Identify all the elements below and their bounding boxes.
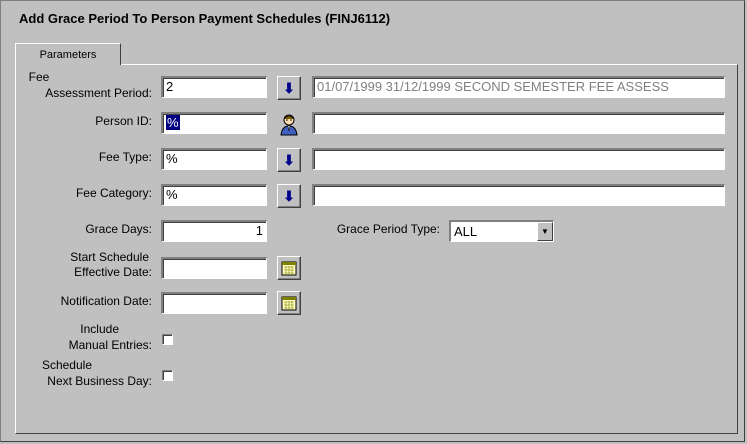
- fee-period-lookup-button[interactable]: ⬇: [277, 76, 301, 100]
- schedule-next-business-day-checkbox[interactable]: [162, 370, 173, 381]
- window-title: Add Grace Period To Person Payment Sched…: [19, 11, 391, 26]
- fee-type-input[interactable]: %: [161, 148, 267, 170]
- fee-type-description: [312, 148, 725, 170]
- dropdown-button[interactable]: ▼: [537, 222, 553, 241]
- fee-category-label: Fee Category:: [75, 186, 152, 200]
- fee-category-input[interactable]: %: [161, 184, 267, 206]
- calendar-icon: [281, 296, 297, 311]
- include-manual-label-line1: Include: [80, 322, 119, 336]
- include-manual-label-line2: Manual Entries:: [68, 338, 152, 352]
- fee-type-lookup-button[interactable]: ⬇: [277, 148, 301, 172]
- person-id-input[interactable]: %: [161, 112, 267, 134]
- person-lookup-button[interactable]: [277, 111, 301, 136]
- down-arrow-icon: ⬇: [283, 188, 295, 204]
- notification-date-label: Notification Date:: [60, 294, 152, 308]
- start-schedule-date-input[interactable]: [161, 257, 267, 279]
- person-id-label: Person ID:: [95, 114, 152, 128]
- fee-period-input[interactable]: 2: [161, 76, 267, 98]
- app-window: Add Grace Period To Person Payment Sched…: [0, 0, 745, 442]
- down-arrow-icon: ⬇: [283, 152, 295, 168]
- tab-parameters[interactable]: Parameters: [15, 43, 121, 65]
- grace-days-input[interactable]: 1: [161, 220, 267, 242]
- fee-period-description: 01/07/1999 31/12/1999 SECOND SEMESTER FE…: [312, 76, 725, 98]
- grace-period-type-value: ALL: [454, 224, 478, 239]
- fee-type-label: Fee Type:: [98, 150, 152, 164]
- fee-period-label-line1: Fee: [28, 70, 50, 84]
- notification-date-calendar-button[interactable]: [277, 291, 301, 315]
- start-schedule-calendar-button[interactable]: [277, 256, 301, 280]
- fee-category-lookup-button[interactable]: ⬇: [277, 184, 301, 208]
- chevron-down-icon: ▼: [541, 227, 549, 236]
- start-schedule-label-line2: Effective Date:: [74, 265, 152, 279]
- fee-period-label-line2: Assessment Period:: [45, 86, 152, 100]
- grace-period-type-select[interactable]: ALL ▼: [449, 220, 554, 242]
- grace-days-label: Grace Days:: [85, 222, 152, 236]
- person-id-selected-text: %: [166, 115, 180, 130]
- notification-date-input[interactable]: [161, 292, 267, 314]
- fee-category-description: [312, 184, 725, 206]
- include-manual-checkbox[interactable]: [162, 334, 173, 345]
- grace-period-type-label: Grace Period Type:: [336, 222, 440, 236]
- down-arrow-icon: ⬇: [283, 80, 295, 96]
- calendar-icon: [281, 261, 297, 276]
- start-schedule-label-line1: Start Schedule: [70, 250, 149, 264]
- schedule-next-label-line2: Next Business Day:: [47, 374, 152, 388]
- person-icon: [280, 114, 298, 135]
- person-id-description: [312, 112, 725, 134]
- schedule-next-label-line1: Schedule: [41, 358, 92, 372]
